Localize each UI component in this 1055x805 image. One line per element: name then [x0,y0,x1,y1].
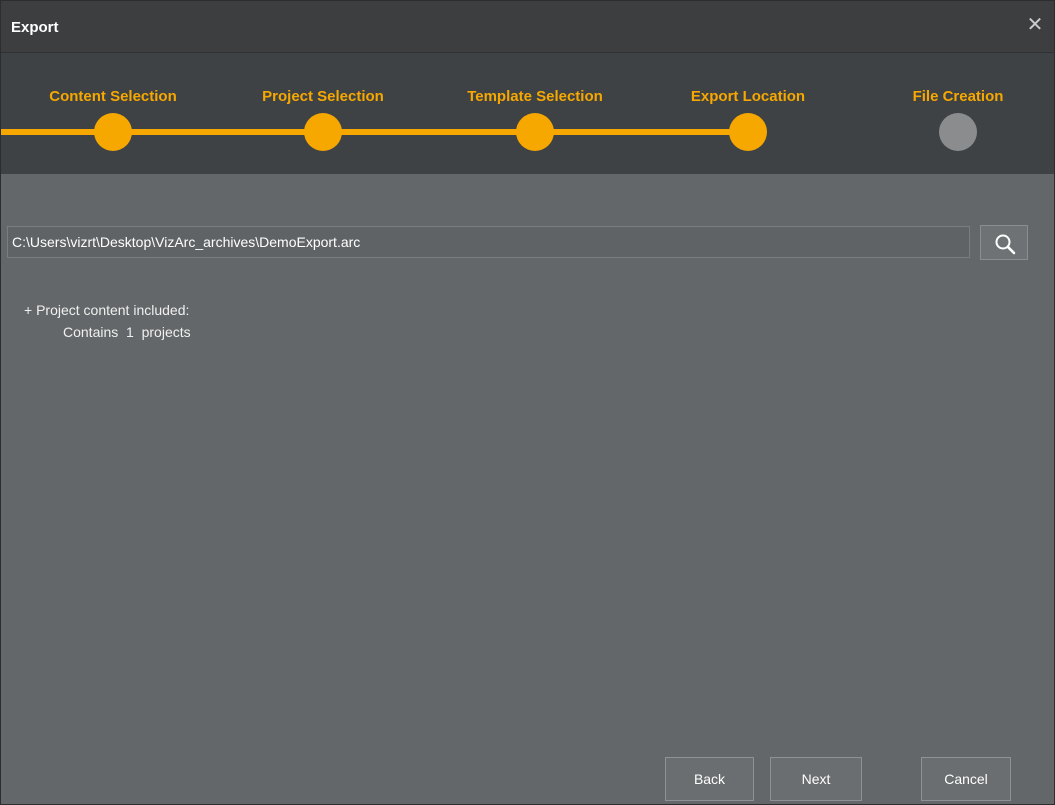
close-icon[interactable]: ✕ [1024,13,1046,35]
dialog-title: Export [11,19,59,36]
step-dot-content-selection [94,113,132,151]
wizard-progress: Content Selection Project Selection Temp… [1,53,1054,174]
search-icon [995,234,1016,255]
cancel-button[interactable]: Cancel [921,757,1011,801]
export-summary: + Project content included: Contains 1 p… [24,299,191,343]
step-label-template-selection: Template Selection [467,88,603,105]
browse-button[interactable] [980,225,1028,260]
step-dot-template-selection [516,113,554,151]
title-bar: Export ✕ [1,1,1054,53]
next-button[interactable]: Next [770,757,862,801]
step-label-content-selection: Content Selection [49,88,177,105]
back-button[interactable]: Back [665,757,754,801]
step-label-project-selection: Project Selection [262,88,384,105]
step-dot-file-creation [939,113,977,151]
step-label-file-creation: File Creation [912,88,1004,105]
export-dialog: Export ✕ Content Selection Project Selec… [0,0,1055,805]
summary-detail: Contains 1 projects [63,324,191,340]
step-dot-project-selection [304,113,342,151]
summary-heading: + Project content included: [24,302,190,318]
export-path-field[interactable] [7,226,970,258]
step-dot-export-location [729,113,767,151]
step-label-export-location: Export Location [690,88,806,105]
